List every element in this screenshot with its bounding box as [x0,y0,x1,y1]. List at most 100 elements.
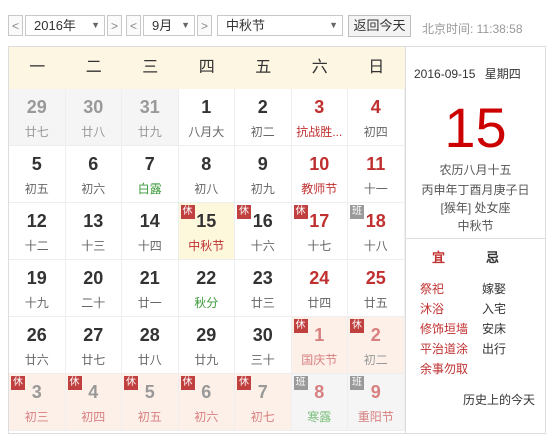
yi-list: 祭祀 沐浴 修饰垣墙 平治道涂 余事勿取 [420,279,468,379]
ji-label: 忌 [486,250,500,265]
day-number: 29 [196,325,217,345]
festival-name: 中秋节 [457,219,494,233]
day-cell[interactable]: 23 廿三 [235,260,292,317]
day-number: 30 [252,325,273,345]
day-cell[interactable]: 7 白露 [122,146,179,203]
weekday-label: 日 [368,59,385,76]
lunar-label: 国庆节 [301,353,338,367]
yi-label: 宜 [432,250,446,265]
lunar-label: 初五 [137,410,162,424]
prev-month-button[interactable]: < [126,15,141,36]
day-number: 6 [201,382,212,402]
day-cell[interactable]: 14 十四 [122,203,179,260]
lunar-label: 廿九 [194,353,219,367]
month-select-value: 9月 [152,18,173,33]
day-cell[interactable]: 11 十一 [348,146,405,203]
next-month-button[interactable]: > [197,15,212,36]
day-cell[interactable]: 29 廿九 [178,317,235,374]
zodiac-info: [猴年] 处女座 [440,201,511,215]
day-cell[interactable]: 10 教师节 [291,146,348,203]
yi-item: 平治道涂 [420,342,469,356]
day-cell[interactable]: 班 9 重阳节 [348,374,405,431]
lunar-label: 十八 [363,239,388,253]
ji-item: 入宅 [482,302,507,316]
day-cell[interactable]: 19 十九 [9,260,66,317]
lunar-label: 重阳节 [357,410,394,424]
day-number: 22 [196,268,217,288]
lunar-label: 白露 [137,182,162,196]
day-number: 7 [257,382,268,402]
day-cell[interactable]: 26 廿六 [9,317,66,374]
day-number: 8 [201,154,212,174]
lunar-label: 廿九 [137,125,162,139]
holiday-select[interactable]: 中秋节 ▼ [217,15,343,36]
lunar-label: 三十 [250,353,275,367]
day-cell[interactable]: 30 廿八 [65,89,122,146]
lunar-label: 十七 [307,239,332,253]
day-cell[interactable]: 22 秋分 [178,260,235,317]
day-number: 13 [83,211,104,231]
divider [406,238,545,239]
lunar-label: 教师节 [301,182,338,196]
day-cell[interactable]: 休 17 十七 [291,203,348,260]
day-cell[interactable]: 休 16 十六 [235,203,292,260]
back-to-today-button[interactable]: 返回今天 [348,15,411,37]
day-cell[interactable]: 4 初四 [348,89,405,146]
day-cell[interactable]: 休 4 初四 [65,374,122,431]
day-cell[interactable]: 休 7 初七 [235,374,292,431]
day-number: 27 [83,325,104,345]
day-cell[interactable]: 31 廿九 [122,89,179,146]
day-number: 20 [83,268,104,288]
day-cell[interactable]: 21 廿一 [122,260,179,317]
weekday-label: 三 [142,59,159,76]
day-cell[interactable]: 2 初二 [235,89,292,146]
day-cell[interactable]: 休 5 初五 [122,374,179,431]
day-cell[interactable]: 班 18 十八 [348,203,405,260]
lunar-label: 寒露 [307,410,332,424]
day-number: 1 [201,97,212,117]
day-cell[interactable]: 25 廿五 [348,260,405,317]
day-cell[interactable]: 8 初八 [178,146,235,203]
ji-item: 嫁娶 [482,282,507,296]
day-cell[interactable]: 休 2 初二 [348,317,405,374]
day-cell[interactable]: 12 十二 [9,203,66,260]
selected-weekday: 星期四 [484,67,521,81]
day-cell[interactable]: 3 抗战胜... [291,89,348,146]
day-cell[interactable]: 24 廿四 [291,260,348,317]
day-number: 30 [83,97,104,117]
day-cell[interactable]: 休 6 初六 [178,374,235,431]
lunar-label: 初六 [81,182,106,196]
day-cell[interactable]: 29 廿七 [9,89,66,146]
day-number: 9 [257,154,268,174]
day-cell[interactable]: 班 8 寒露 [291,374,348,431]
day-number: 24 [309,268,330,288]
weekday-label: 五 [255,59,272,76]
day-number: 2 [257,97,268,117]
month-select[interactable]: 9月 ▼ [143,15,195,36]
history-today-link[interactable]: 历史上的今天 [463,391,535,408]
day-cell[interactable]: 休 1 国庆节 [291,317,348,374]
lunar-label: 廿一 [137,296,162,310]
day-cell[interactable]: 休 3 初三 [9,374,66,431]
day-number: 7 [144,154,155,174]
day-cell[interactable]: 28 廿八 [122,317,179,374]
lunar-label: 廿八 [137,353,162,367]
day-cell[interactable]: 5 初五 [9,146,66,203]
day-cell[interactable]: 1 八月大 [178,89,235,146]
day-cell[interactable]: 30 三十 [235,317,292,374]
lunar-label: 初五 [24,182,49,196]
day-cell[interactable]: 休 15 中秋节 [178,203,235,260]
day-cell[interactable]: 27 廿七 [65,317,122,374]
day-cell[interactable]: 20 二十 [65,260,122,317]
day-number: 8 [314,382,325,402]
prev-year-button[interactable]: < [8,15,23,36]
day-cell[interactable]: 9 初九 [235,146,292,203]
selected-day-number: 15 [444,96,507,159]
day-cell[interactable]: 6 初六 [65,146,122,203]
selected-date: 2016-09-15 星期四 [414,65,521,82]
year-select[interactable]: 2016年 ▼ [25,15,105,36]
day-cell[interactable]: 13 十三 [65,203,122,260]
next-year-button[interactable]: > [107,15,122,36]
chevron-down-icon: ▼ [329,20,338,30]
day-number: 21 [139,268,160,288]
